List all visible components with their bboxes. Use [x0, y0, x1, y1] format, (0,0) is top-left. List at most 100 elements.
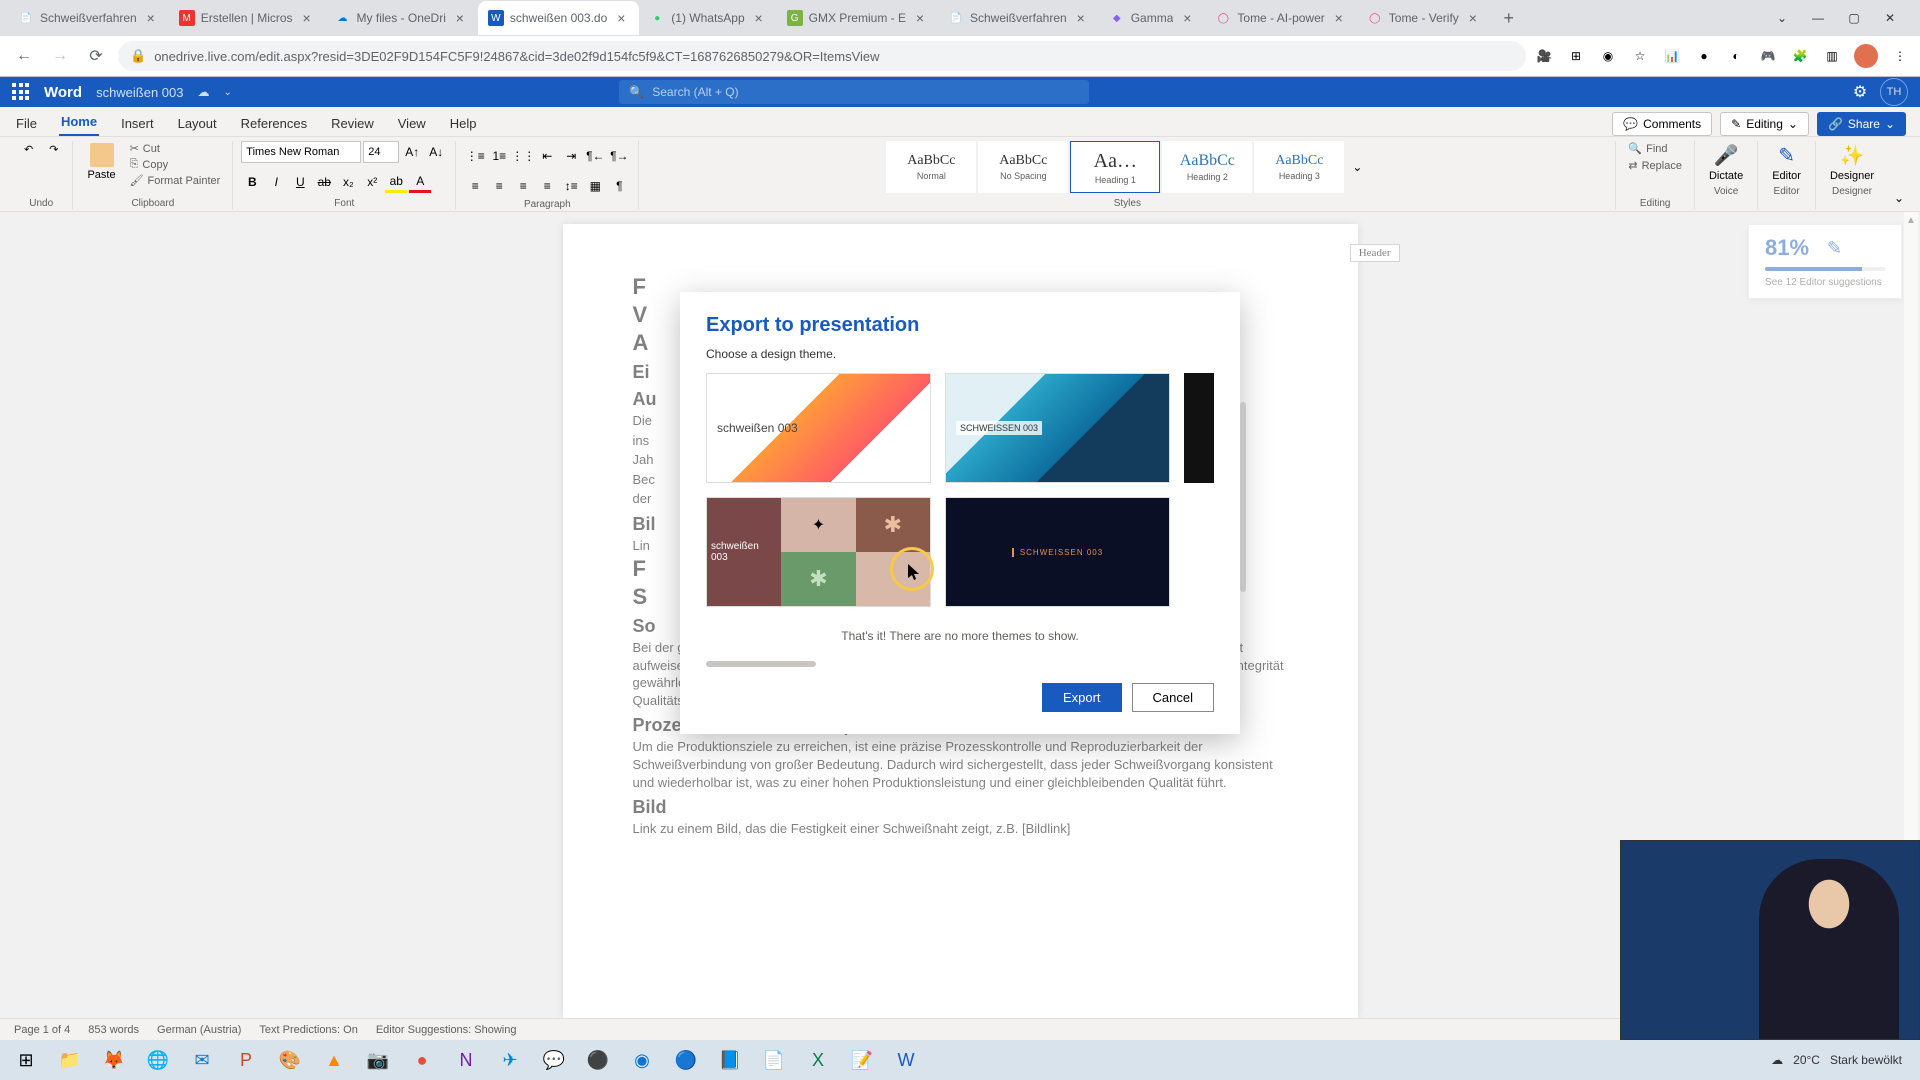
status-page[interactable]: Page 1 of 4 [14, 1024, 70, 1036]
strike-button[interactable]: ab [313, 171, 335, 193]
status-predictions[interactable]: Text Predictions: On [259, 1024, 357, 1036]
tab-file[interactable]: File [14, 111, 39, 136]
app-launcher-icon[interactable] [12, 83, 30, 101]
style-normal[interactable]: AaBbCcNormal [886, 141, 976, 193]
forward-icon[interactable]: → [46, 42, 74, 70]
close-icon[interactable]: × [452, 10, 468, 26]
tab-home[interactable]: Home [59, 109, 99, 136]
ext-icon[interactable]: 🎥 [1534, 46, 1554, 66]
chevron-down-icon[interactable]: ⌄ [1768, 4, 1796, 32]
close-icon[interactable]: × [751, 10, 767, 26]
tab-0[interactable]: 📄Schweißverfahren× [8, 1, 169, 35]
tab-view[interactable]: View [396, 111, 428, 136]
telegram-icon[interactable]: ✈ [490, 1040, 530, 1080]
app-icon[interactable]: 📘 [710, 1040, 750, 1080]
close-icon[interactable]: × [299, 10, 315, 26]
ext-icon[interactable]: ☆ [1630, 46, 1650, 66]
status-lang[interactable]: German (Austria) [157, 1024, 241, 1036]
theme-option-3[interactable]: schweißen 003 ✦ ✱ ✱ [706, 497, 931, 607]
ext-icon[interactable]: ▥ [1822, 46, 1842, 66]
bold-button[interactable]: B [241, 171, 263, 193]
line-spacing-icon[interactable]: ↕≡ [560, 175, 582, 197]
explorer-icon[interactable]: 📁 [50, 1040, 90, 1080]
weather-desc[interactable]: Stark bewölkt [1830, 1053, 1902, 1067]
copy-button[interactable]: ⎘ Copy [126, 157, 225, 172]
user-avatar[interactable]: TH [1880, 78, 1908, 106]
comments-button[interactable]: 💬 Comments [1612, 112, 1712, 136]
italic-button[interactable]: I [265, 171, 287, 193]
close-icon[interactable]: × [143, 10, 159, 26]
ltr-icon[interactable]: ¶← [584, 145, 606, 167]
style-nospacing[interactable]: AaBbCcNo Spacing [978, 141, 1068, 193]
cut-button[interactable]: ✂ Cut [126, 141, 225, 156]
rtl-icon[interactable]: ¶→ [608, 145, 630, 167]
font-select[interactable]: Times New Roman [241, 141, 361, 163]
tab-1[interactable]: MErstellen | Micros× [169, 1, 325, 35]
status-suggestions[interactable]: Editor Suggestions: Showing [376, 1024, 517, 1036]
word-icon[interactable]: W [886, 1040, 926, 1080]
modal-scrollbar[interactable] [1240, 402, 1246, 592]
ext-icon[interactable]: ◐ [1726, 46, 1746, 66]
tab-layout[interactable]: Layout [176, 111, 219, 136]
start-icon[interactable]: ⊞ [6, 1040, 46, 1080]
underline-button[interactable]: U [289, 171, 311, 193]
powerpoint-icon[interactable]: P [226, 1040, 266, 1080]
app-icon[interactable]: 📷 [358, 1040, 398, 1080]
obs-icon[interactable]: ⚫ [578, 1040, 618, 1080]
minimize-icon[interactable]: — [1804, 4, 1832, 32]
tab-insert[interactable]: Insert [119, 111, 156, 136]
align-right-icon[interactable]: ≡ [512, 175, 534, 197]
replace-button[interactable]: ⇄ Replace [1624, 158, 1686, 173]
find-button[interactable]: 🔍 Find [1624, 141, 1671, 156]
format-painter-button[interactable]: 🖌 Format Painter [126, 173, 225, 188]
tab-3[interactable]: Wschweißen 003.do× [478, 1, 639, 35]
close-icon[interactable]: × [912, 10, 928, 26]
tab-8[interactable]: ◯Tome - AI-power× [1205, 1, 1356, 35]
ext-icon[interactable]: 📊 [1662, 46, 1682, 66]
size-select[interactable]: 24 [363, 141, 399, 163]
cancel-button[interactable]: Cancel [1132, 683, 1214, 712]
editing-button[interactable]: ✎ Editing ⌄ [1720, 112, 1809, 136]
highlight-button[interactable]: ab [385, 171, 407, 193]
theme-option-4[interactable]: SCHWEISSEN 003 [945, 497, 1170, 607]
show-marks-icon[interactable]: ¶ [608, 175, 630, 197]
weather-temp[interactable]: 20°C [1793, 1053, 1820, 1067]
tab-6[interactable]: 📄Schweißverfahren× [938, 1, 1099, 35]
ext-icon[interactable]: 🎮 [1758, 46, 1778, 66]
export-button[interactable]: Export [1042, 683, 1122, 712]
chrome-icon[interactable]: 🌐 [138, 1040, 178, 1080]
weather-icon[interactable]: ☁ [1771, 1053, 1783, 1067]
tab-5[interactable]: GGMX Premium - E× [777, 1, 938, 35]
app-icon[interactable]: ◉ [622, 1040, 662, 1080]
maximize-icon[interactable]: ▢ [1840, 4, 1868, 32]
style-heading3[interactable]: AaBbCcHeading 3 [1254, 141, 1344, 193]
ext-icon[interactable]: 🧩 [1790, 46, 1810, 66]
notepad-icon[interactable]: 📝 [842, 1040, 882, 1080]
reload-icon[interactable]: ⟳ [82, 42, 110, 70]
ext-icon[interactable]: ● [1694, 46, 1714, 66]
collapse-ribbon-icon[interactable]: ⌄ [1888, 187, 1910, 209]
tab-9[interactable]: ◯Tome - Verify× [1357, 1, 1491, 35]
vlc-icon[interactable]: ▲ [314, 1040, 354, 1080]
app-icon[interactable]: 🎨 [270, 1040, 310, 1080]
dictate-button[interactable]: 🎤Dictate [1703, 141, 1749, 184]
subscript-button[interactable]: x₂ [337, 171, 359, 193]
grow-font-icon[interactable]: A↑ [401, 141, 423, 163]
new-tab-button[interactable]: + [1495, 4, 1523, 32]
tab-help[interactable]: Help [448, 111, 479, 136]
gear-icon[interactable]: ⚙ [1850, 82, 1870, 102]
excel-icon[interactable]: X [798, 1040, 838, 1080]
search-input[interactable]: 🔍 Search (Alt + Q) [619, 80, 1089, 104]
bullets-icon[interactable]: ⋮≡ [464, 145, 486, 167]
designer-button[interactable]: ✨Designer [1824, 141, 1880, 184]
app-icon[interactable]: 🔵 [666, 1040, 706, 1080]
style-heading1[interactable]: Aa…Heading 1 [1070, 141, 1160, 193]
close-icon[interactable]: × [1073, 10, 1089, 26]
font-color-button[interactable]: A [409, 171, 431, 193]
style-heading2[interactable]: AaBbCcHeading 2 [1162, 141, 1252, 193]
app-icon[interactable]: ● [402, 1040, 442, 1080]
tab-references[interactable]: References [239, 111, 309, 136]
undo-button[interactable]: ↶ [18, 141, 39, 158]
close-icon[interactable]: ✕ [1876, 4, 1904, 32]
shading-icon[interactable]: ▦ [584, 175, 606, 197]
